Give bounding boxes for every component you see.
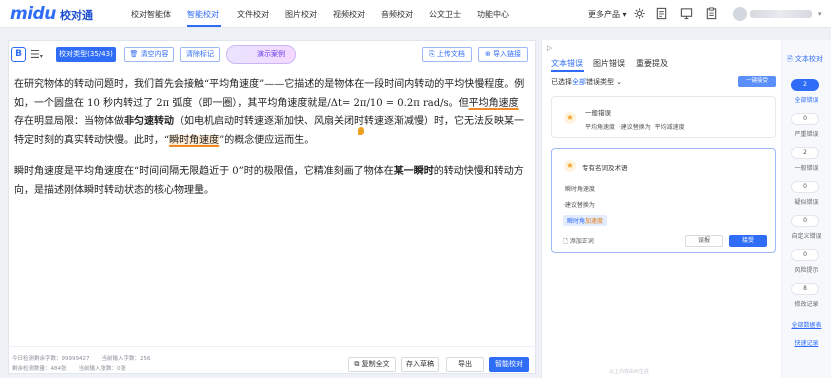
copy-all-button[interactable]: ⧉ 复制全文	[348, 357, 396, 372]
document-icon[interactable]	[655, 7, 668, 20]
sidebar-title: 🗎 文本校对	[787, 55, 823, 63]
all-data-link[interactable]: 全部数据表	[782, 320, 831, 329]
tab-important-mentions[interactable]: 重要提及	[636, 58, 668, 69]
label-custom-errors[interactable]: 自定义错误	[782, 231, 831, 240]
label-risk-tips[interactable]: 风险提示	[782, 265, 831, 274]
error-highlight-1[interactable]: 平均角速度	[469, 98, 519, 109]
label-general-errors[interactable]: 一般错误	[782, 163, 831, 172]
nav-item-official-doc[interactable]: 公文卫士	[429, 9, 461, 20]
list-menu-icon[interactable]: ☰▾	[30, 48, 43, 61]
nav-item-video-check[interactable]: 视频校对	[333, 9, 365, 20]
original-term: 瞬时角速度	[565, 186, 596, 193]
avatar[interactable]	[733, 7, 747, 21]
count-general-errors[interactable]: 2	[791, 147, 819, 159]
active-tab-underline	[551, 70, 584, 72]
top-navbar: midu 校对通 校对智能体 智能校对 文件校对 图片校对 视频校对 音频校对 …	[0, 0, 831, 28]
accept-all-button[interactable]: 一键接受	[738, 76, 776, 87]
error-highlight-2[interactable]: 瞬时角速度	[169, 134, 220, 146]
error-type-label: 一般错误	[585, 109, 611, 117]
active-tab-underline	[187, 25, 221, 27]
error-card-1[interactable]	[551, 96, 776, 138]
upload-icon: ⎘	[429, 50, 435, 58]
nav-item-audio-check[interactable]: 音频校对	[381, 9, 413, 20]
editor-content[interactable]: 在研究物体的转动问题时，我们首先会接触“平均角速度”——它描述的是物体在一段时间…	[14, 76, 528, 213]
doc-icon: 🗋	[563, 238, 568, 245]
chevron-down-icon: ⌄	[616, 78, 623, 86]
nav-item-smart-check[interactable]: 智能校对	[187, 9, 219, 20]
trash-icon: 🗑	[129, 50, 139, 58]
error-type-filter[interactable]: 已选择全部错误类型 ⌄	[551, 77, 622, 87]
clipboard-icon[interactable]	[705, 7, 718, 20]
settings-icon[interactable]	[633, 7, 646, 20]
ai-generated-note: 以上内容由AI生成	[609, 369, 649, 375]
add-correct-word-link[interactable]: 🗋 添加正词	[563, 236, 594, 247]
star-icon: ★	[564, 112, 576, 124]
divider	[8, 346, 536, 347]
save-draft-button[interactable]: 存入草稿	[401, 357, 439, 372]
count-suspected-errors[interactable]: 0	[791, 181, 819, 193]
tab-text-errors[interactable]: 文本错误	[551, 58, 583, 69]
nav-item-agent[interactable]: 校对智能体	[131, 9, 171, 20]
monitor-icon[interactable]	[680, 7, 693, 20]
count-risk-tips[interactable]: 0	[791, 249, 819, 261]
upload-doc-button[interactable]: ⎘ 上传文档	[422, 47, 472, 62]
suggestion-line: 平均角速度 ·建议替换为 平均减速度	[585, 124, 685, 131]
clear-content-button[interactable]: 🗑 清空内容	[124, 47, 174, 62]
clear-marks-button[interactable]: 清除标记	[180, 47, 220, 62]
nav-item-file-check[interactable]: 文件校对	[237, 9, 269, 20]
link-icon: ⊕	[484, 50, 491, 58]
ignore-button[interactable]: 误报	[685, 235, 723, 247]
import-link-button[interactable]: ⊕ 导入链接	[478, 47, 528, 62]
star-icon: ★	[564, 160, 576, 172]
chevron-down-icon[interactable]: ▾	[818, 10, 822, 18]
stats-bar: 今日检测剩余字数：99999427 当前输入字数：256 剩余检测数量：484张当…	[12, 356, 151, 372]
username-redacted[interactable]	[750, 10, 812, 18]
smart-check-button[interactable]: 智能校对	[489, 357, 529, 372]
label-suspected-errors[interactable]: 疑似错误	[782, 197, 831, 206]
tab-image-errors[interactable]: 图片错误	[593, 58, 625, 69]
paragraph-1: 在研究物体的转动问题时，我们首先会接触“平均角速度”——它描述的是物体在一段时间…	[14, 79, 525, 146]
error-type-label: 专有名词及术语	[582, 164, 628, 172]
export-button[interactable]: 导出	[446, 357, 484, 372]
check-type-button[interactable]: 校对类型(35/43)	[56, 47, 116, 62]
replacement-chip[interactable]: 瞬时角加速度	[563, 215, 608, 226]
bold-term-2: 某一瞬时	[393, 166, 434, 177]
count-custom-errors[interactable]: 0	[791, 215, 819, 227]
label-severe-errors[interactable]: 严重错误	[782, 129, 831, 138]
collapse-icon[interactable]: ▷	[547, 44, 552, 52]
copy-icon: ⧉	[354, 360, 360, 368]
logo-subtitle: 校对通	[60, 9, 93, 22]
demo-case-button[interactable]: 演示案例	[226, 45, 296, 64]
suggest-label: ·建议替换为	[563, 202, 595, 209]
file-icon: 🗎	[787, 55, 793, 63]
count-all-errors[interactable]: 2	[791, 79, 819, 91]
error-marker-pin	[358, 127, 364, 135]
bold-term: 非匀速转动	[124, 116, 174, 127]
count-severe-errors[interactable]: 0	[791, 113, 819, 125]
format-b-icon[interactable]: B	[11, 47, 26, 62]
label-edit-history[interactable]: 修改记录	[782, 299, 831, 308]
paragraph-2: 瞬时角速度是平均角速度在“时间间隔无限趋近于 0”时的极限值，它精准刻画了物体在…	[14, 166, 524, 196]
accept-button[interactable]: 接受	[729, 235, 767, 247]
more-products-link[interactable]: 更多产品 ▾	[588, 9, 627, 20]
count-edit-history[interactable]: 8	[791, 283, 819, 295]
nav-item-image-check[interactable]: 图片校对	[285, 9, 317, 20]
nav-item-features[interactable]: 功能中心	[477, 9, 509, 20]
label-all-errors[interactable]: 全部错误	[782, 95, 831, 104]
logo[interactable]: midu	[10, 4, 56, 24]
quick-record-link[interactable]: 快速记录	[782, 338, 831, 347]
